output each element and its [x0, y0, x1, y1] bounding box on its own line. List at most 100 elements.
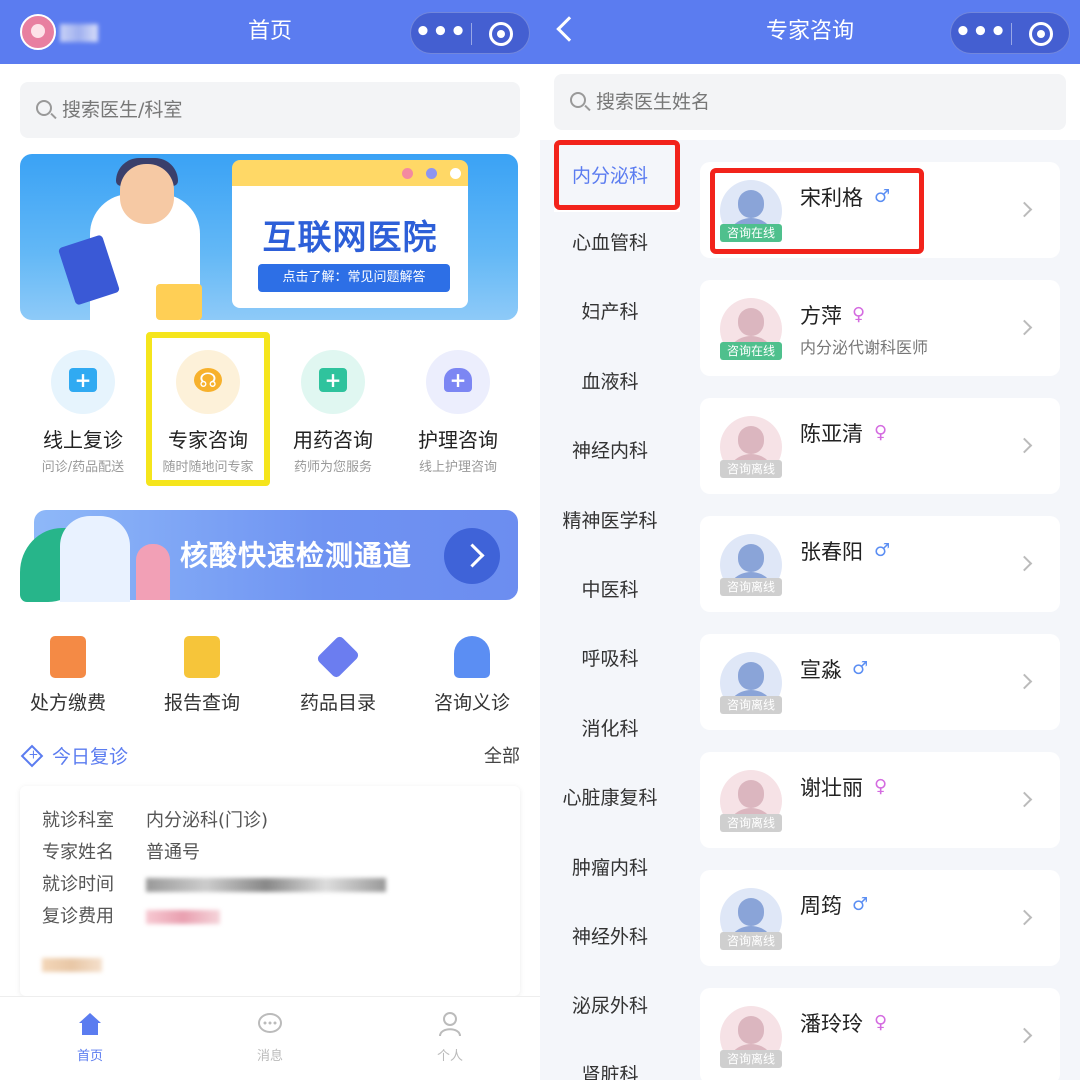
report-icon	[184, 636, 220, 678]
nat-test-banner[interactable]: 核酸快速检测通道	[20, 508, 520, 602]
service-label: 处方缴费	[29, 692, 106, 714]
message-icon	[258, 1013, 282, 1033]
search-placeholder: 搜索医生/科室	[62, 99, 183, 121]
miniprogram-capsule: •••	[950, 12, 1070, 54]
medicine-bottle-icon: +	[319, 368, 347, 392]
doctor-card[interactable]: 咨询在线 方萍 ♀ 内分泌代谢科医师	[700, 280, 1060, 376]
department-item[interactable]: 神经外科	[540, 908, 680, 966]
more-icon[interactable]: •••	[951, 13, 1011, 55]
service-drug-catalog[interactable]: 药品目录	[278, 632, 398, 722]
tab-label: 个人	[436, 1049, 463, 1064]
more-icon[interactable]: •••	[411, 13, 471, 55]
chevron-right-icon	[1016, 319, 1033, 336]
chevron-right-icon[interactable]	[444, 528, 500, 584]
status-badge: 咨询离线	[720, 696, 782, 714]
doctor-card[interactable]: 咨询离线 张春阳 ♂	[700, 516, 1060, 612]
search-doctor-department-input[interactable]: 搜索医生/科室	[20, 82, 520, 138]
department-item[interactable]: 泌尿外科	[540, 977, 680, 1035]
internet-hospital-banner[interactable]: 互联网医院 点击了解：常见问题解答	[20, 154, 518, 320]
tab-messages[interactable]: 消息	[180, 1005, 360, 1069]
close-miniprogram-icon[interactable]	[1029, 22, 1053, 46]
doctor-card[interactable]: 咨询离线 陈亚清 ♀	[700, 398, 1060, 494]
status-badge: 咨询离线	[720, 460, 782, 478]
department-item[interactable]: 呼吸科	[540, 630, 680, 688]
doctor-card[interactable]: 咨询离线 周筠 ♂	[700, 870, 1060, 966]
female-icon: ♀	[874, 776, 888, 797]
quick-medication-consult[interactable]: + 用药咨询 药师为您服务	[270, 340, 396, 480]
male-icon: ♂	[852, 894, 869, 915]
card-row: 专家姓名 普通号	[42, 838, 200, 864]
card-row	[42, 954, 102, 975]
doctor-name: 陈亚清	[800, 422, 863, 446]
chevron-right-icon	[1016, 555, 1033, 572]
female-icon: ♀	[874, 422, 888, 443]
department-sidebar: 内分泌科 心血管科 妇产科 血液科 神经内科 精神医学科 中医科 呼吸科 消化科…	[540, 140, 680, 1080]
service-label: 药品目录	[299, 692, 376, 714]
red-highlight-doctor	[710, 168, 924, 254]
male-icon: ♂	[852, 658, 869, 679]
quick-label: 用药咨询	[293, 428, 373, 452]
doctor-name: 潘玲玲	[800, 1012, 863, 1036]
expert-consult-screen: 专家咨询 ••• 搜索医生姓名 内分泌科 心血管科 妇产科 血液科 神经内科 精…	[540, 0, 1080, 1080]
doctor-name: 谢壮丽	[800, 776, 863, 800]
doctor-card[interactable]: 咨询离线 潘玲玲 ♀	[700, 988, 1060, 1080]
department-item[interactable]: 消化科	[540, 700, 680, 758]
doctor-head	[120, 164, 174, 224]
chevron-right-icon	[1016, 437, 1033, 454]
doctor-title: 内分泌代谢科医师	[800, 338, 929, 357]
blurred-status	[42, 958, 102, 972]
department-item[interactable]: 肿瘤内科	[540, 839, 680, 897]
status-badge: 咨询离线	[720, 814, 782, 832]
tab-profile[interactable]: 个人	[360, 1005, 540, 1069]
tab-home[interactable]: 首页	[0, 1005, 180, 1069]
department-item[interactable]: 肾脏科	[540, 1046, 680, 1080]
red-highlight-department	[554, 140, 680, 210]
chevron-right-icon	[1016, 909, 1033, 926]
department-item[interactable]: 心脏康复科	[540, 769, 680, 827]
service-free-consult[interactable]: 咨询义诊	[412, 632, 532, 722]
card-key: 专家姓名	[42, 842, 114, 863]
card-row: 就诊科室 内分泌科(门诊)	[42, 806, 268, 832]
user-icon	[439, 1012, 461, 1037]
department-item[interactable]: 妇产科	[540, 283, 680, 341]
search-doctor-input[interactable]: 搜索医生姓名	[554, 74, 1066, 130]
tab-label: 首页	[76, 1049, 103, 1064]
card-key: 就诊时间	[42, 874, 114, 895]
department-item[interactable]: 血液科	[540, 353, 680, 411]
doctor-name: 周筠	[800, 894, 842, 918]
banner-title: 互联网医院	[262, 218, 438, 258]
quick-label: 护理咨询	[418, 428, 498, 452]
revisit-card[interactable]: 就诊科室 内分泌科(门诊) 专家姓名 普通号 就诊时间 复诊费用	[20, 786, 520, 996]
child-illustration	[136, 544, 170, 600]
male-icon: ♂	[874, 540, 891, 561]
banner-faq-link[interactable]: 点击了解：常见问题解答	[258, 264, 450, 292]
department-item[interactable]: 精神医学科	[540, 492, 680, 550]
service-prescription-payment[interactable]: 处方缴费	[8, 632, 128, 722]
service-label: 咨询义诊	[433, 692, 510, 714]
status-badge: 咨询离线	[720, 578, 782, 596]
dot-icon	[426, 168, 437, 179]
service-report-query[interactable]: 报告查询	[142, 632, 262, 722]
tab-label: 消息	[256, 1049, 283, 1064]
doctor-card[interactable]: 咨询离线 谢壮丽 ♀	[700, 752, 1060, 848]
miniprogram-capsule: •••	[410, 12, 530, 54]
chevron-right-icon	[1016, 1027, 1033, 1044]
status-badge: 咨询离线	[720, 932, 782, 950]
close-miniprogram-icon[interactable]	[489, 22, 513, 46]
female-icon: ♀	[874, 1012, 888, 1033]
medical-kit-icon: +	[69, 368, 97, 392]
doctor-card[interactable]: 咨询离线 宣淼 ♂	[700, 634, 1060, 730]
view-all-link[interactable]: 全部	[484, 742, 520, 768]
department-item[interactable]: 神经内科	[540, 422, 680, 480]
department-item[interactable]: 中医科	[540, 561, 680, 619]
card-row: 复诊费用	[42, 902, 220, 928]
dot-icon	[450, 168, 461, 179]
quick-online-revisit[interactable]: + 线上复诊 问诊/药品配送	[20, 340, 146, 480]
drug-catalog-icon	[315, 634, 361, 680]
chevron-right-icon	[1016, 673, 1033, 690]
quick-nursing-consult[interactable]: + 护理咨询 线上护理咨询	[395, 340, 521, 480]
expert-header: 专家咨询 •••	[540, 0, 1080, 64]
doctor-name: 方萍	[800, 304, 842, 328]
department-item[interactable]: 心血管科	[540, 214, 680, 272]
doctor-icon	[454, 636, 490, 678]
